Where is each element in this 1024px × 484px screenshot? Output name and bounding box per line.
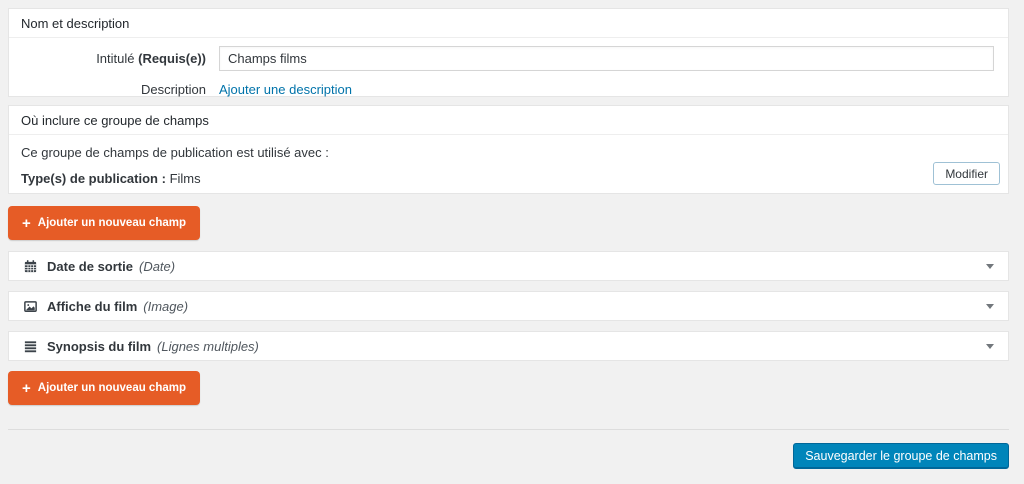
location-panel-body: Ce groupe de champs de publication est u…: [9, 135, 1008, 196]
field-row-paragraph[interactable]: Synopsis du film (Lignes multiples): [8, 331, 1009, 361]
post-type-label: Type(s) de publication :: [21, 171, 166, 186]
name-description-panel: Nom et description Intitulé (Requis(e)) …: [8, 8, 1009, 97]
title-field-row: Intitulé (Requis(e)): [9, 46, 1008, 71]
add-field-button-label: Ajouter un nouveau champ: [37, 217, 187, 229]
location-post-type-line: Type(s) de publication : Films: [21, 171, 996, 186]
description-field-row: Description Ajouter une description: [9, 82, 1008, 97]
field-row-image[interactable]: Affiche du film (Image): [8, 291, 1009, 321]
edit-location-button[interactable]: Modifier: [933, 162, 1000, 185]
field-row-date[interactable]: Date de sortie (Date): [8, 251, 1009, 281]
chevron-down-icon[interactable]: [986, 343, 994, 349]
add-field-button-label: Ajouter un nouveau champ: [37, 382, 187, 394]
title-input[interactable]: [219, 46, 994, 71]
title-required-text: (Requis(e)): [138, 51, 206, 66]
title-field-label: Intitulé (Requis(e)): [9, 51, 206, 66]
chevron-down-icon[interactable]: [986, 303, 994, 309]
field-name: Date de sortie: [47, 258, 133, 274]
field-name: Synopsis du film: [47, 338, 152, 354]
location-panel-title: Où inclure ce groupe de champs: [9, 106, 1008, 135]
add-field-button-bottom[interactable]: + Ajouter un nouveau champ: [8, 371, 201, 405]
location-panel: Où inclure ce groupe de champs Ce groupe…: [8, 105, 1009, 194]
description-field-label: Description: [140, 82, 206, 97]
plus-icon: +: [22, 379, 31, 397]
name-panel-title: Nom et description: [9, 9, 1008, 38]
footer-divider: [8, 429, 1009, 430]
add-description-link[interactable]: Ajouter une description: [219, 82, 352, 97]
add-field-button-top[interactable]: + Ajouter un nouveau champ: [8, 206, 201, 240]
location-usage-text: Ce groupe de champs de publication est u…: [21, 145, 329, 160]
plus-icon: +: [22, 214, 31, 232]
field-type: (Image): [143, 298, 189, 314]
title-label-text: Intitulé: [96, 51, 139, 66]
field-type: (Date): [138, 258, 176, 274]
post-type-value: Films: [169, 171, 201, 186]
calendar-icon: [23, 259, 38, 274]
save-field-group-button[interactable]: Sauvegarder le groupe de champs: [793, 443, 1009, 469]
field-type: (Lignes multiples): [157, 338, 259, 354]
field-group-editor-page: Nom et description Intitulé (Requis(e)) …: [0, 0, 1024, 484]
chevron-down-icon[interactable]: [986, 263, 994, 269]
field-name: Affiche du film: [47, 298, 138, 314]
image-icon: [23, 299, 38, 314]
lines-icon: [23, 339, 38, 354]
